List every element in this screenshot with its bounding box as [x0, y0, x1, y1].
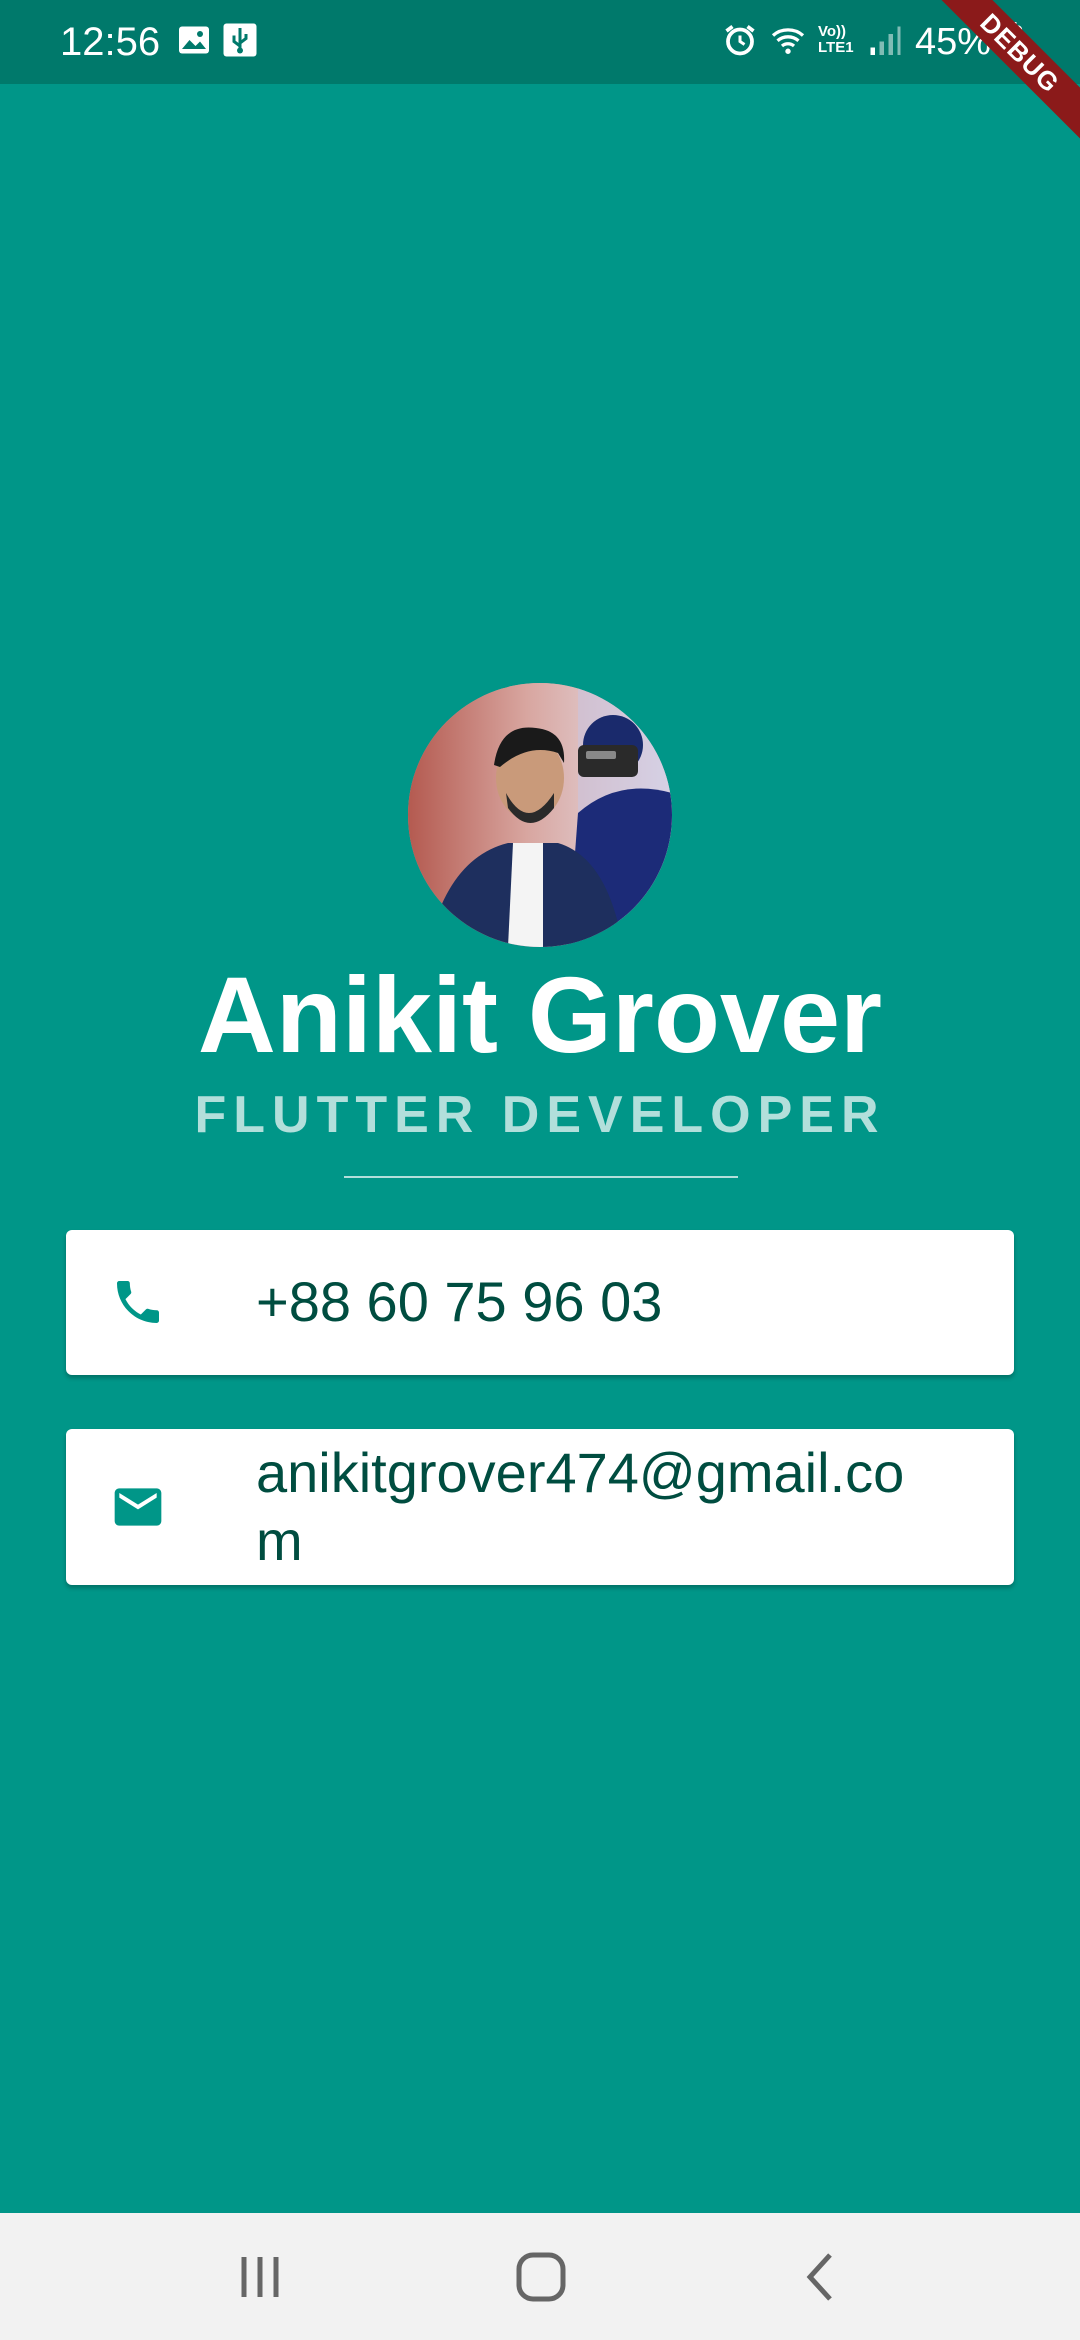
alarm-icon	[725, 25, 755, 56]
mail-icon	[114, 1488, 162, 1526]
status-time: 12:56	[60, 20, 161, 64]
signal-icon	[870, 26, 901, 55]
email-address: anikitgrover474@gmail.com	[256, 1441, 905, 1572]
recent-apps-button[interactable]	[224, 2241, 296, 2313]
avatar	[408, 683, 672, 947]
profile-title: FLUTTER DEVELOPER	[194, 1086, 886, 1144]
navigation-bar	[0, 2213, 1080, 2340]
avatar-photo	[408, 683, 672, 947]
profile-name: Anikit Grover	[197, 954, 883, 1075]
email-card[interactable]: anikitgrover474@gmail.com	[66, 1429, 1014, 1585]
phone-card[interactable]: +88 60 75 96 03	[66, 1230, 1014, 1375]
phone-icon	[117, 1281, 159, 1323]
network-label: Vo)) LTE1	[818, 23, 854, 56]
back-button[interactable]	[786, 2241, 858, 2313]
divider	[344, 1176, 738, 1178]
status-bar: 12:56 Vo)) LTE1 45%	[0, 0, 1080, 84]
usb-icon	[223, 23, 257, 57]
gallery-icon	[179, 26, 209, 54]
wifi-icon	[771, 28, 805, 54]
home-button[interactable]	[505, 2241, 577, 2313]
phone-number: +88 60 75 96 03	[256, 1270, 663, 1333]
